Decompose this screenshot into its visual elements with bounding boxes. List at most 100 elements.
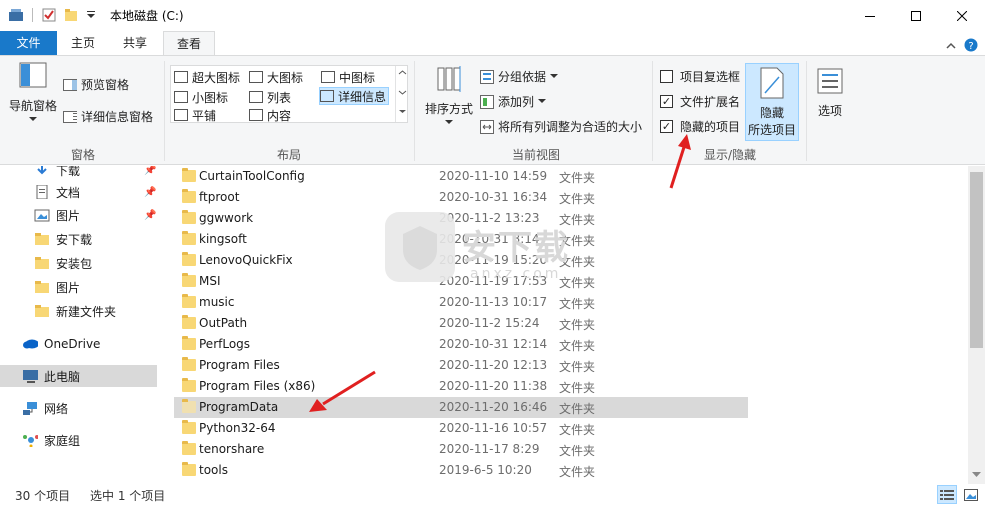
- folder-icon: [182, 168, 196, 182]
- homegroup-icon: [23, 435, 38, 447]
- scroll-down-arrow-icon[interactable]: [972, 472, 981, 478]
- watermark-shield-logo: [385, 212, 455, 282]
- table-row[interactable]: PerfLogs 2020-10-31 12:14 文件夹: [174, 334, 748, 355]
- maximize-button[interactable]: [893, 0, 939, 31]
- table-row[interactable]: tools 2019-6-5 10:20 文件夹: [174, 460, 748, 481]
- computer-icon: [23, 370, 38, 383]
- documents-icon: [36, 185, 48, 199]
- folder-icon: [182, 294, 196, 308]
- nav-item-pictures[interactable]: 图片 📌: [0, 204, 157, 226]
- item-checkboxes-checkbox[interactable]: [660, 70, 673, 83]
- thumbnail-view-icon: [964, 488, 978, 501]
- table-row[interactable]: tenorshare 2020-11-17 8:29 文件夹: [174, 439, 748, 460]
- minimize-button[interactable]: [847, 0, 893, 31]
- table-row[interactable]: music 2020-11-13 10:17 文件夹: [174, 292, 748, 313]
- hide-selected-items-button[interactable]: 隐藏 所选项目: [745, 63, 799, 141]
- table-row[interactable]: Program Files (x86) 2020-11-20 11:38 文件夹: [174, 376, 748, 397]
- nav-item-pictures-folder[interactable]: 图片: [0, 276, 157, 298]
- nav-item-installers[interactable]: 安装包: [0, 252, 157, 274]
- layout-gallery-scroll[interactable]: [395, 66, 408, 122]
- item-checkboxes-toggle[interactable]: 项目复选框: [660, 68, 740, 85]
- group-separator: [414, 61, 415, 161]
- layout-details[interactable]: 详细信息: [319, 87, 390, 105]
- fit-columns-icon: [480, 119, 494, 134]
- hide-selected-line2: 所选项目: [747, 123, 796, 137]
- sort-by-chevron-down-icon: [445, 120, 453, 124]
- sort-by-button[interactable]: 排序方式: [422, 64, 476, 125]
- table-row[interactable]: ggwwork 2020-11-2 13:23 文件夹: [174, 208, 748, 229]
- folder-icon: [182, 273, 196, 287]
- nav-item-network[interactable]: 网络: [0, 397, 157, 419]
- system-menu-icon[interactable]: [8, 6, 24, 24]
- hide-selected-line1: 隐藏: [759, 106, 784, 120]
- table-row[interactable]: LenovoQuickFix 2020-11-19 15:20 文件夹: [174, 250, 748, 271]
- scrollbar-thumb[interactable]: [970, 172, 983, 348]
- nav-item-anxiazai[interactable]: 安下载: [0, 228, 157, 250]
- layout-tiles[interactable]: 平铺: [174, 106, 216, 124]
- layout-large-icons[interactable]: 大图标: [249, 68, 303, 86]
- nav-pane-button[interactable]: 导航窗格: [8, 61, 58, 133]
- title-bar: 本地磁盘 (C:): [0, 0, 985, 31]
- folder-icon: [182, 462, 196, 476]
- layout-list[interactable]: 列表: [249, 88, 291, 106]
- nav-item-homegroup[interactable]: 家庭组: [0, 429, 157, 451]
- close-button[interactable]: [939, 0, 985, 31]
- tab-home[interactable]: 主页: [60, 31, 106, 55]
- layout-extra-large-icons[interactable]: 超大图标: [174, 68, 240, 86]
- layout-medium-icons[interactable]: 中图标: [321, 68, 375, 86]
- tab-view[interactable]: 查看: [163, 31, 215, 56]
- details-pane-label: 详细信息窗格: [81, 110, 154, 124]
- group-by-label: 分组依据: [498, 70, 547, 84]
- folder-icon: [35, 305, 49, 317]
- layout-content[interactable]: 内容: [249, 106, 291, 124]
- help-icon[interactable]: ?: [963, 36, 979, 54]
- new-folder-icon[interactable]: [62, 6, 80, 24]
- details-pane-icon: [63, 110, 77, 123]
- table-row-selected[interactable]: ProgramData 2020-11-20 16:46 文件夹: [174, 397, 748, 418]
- folder-icon: [182, 441, 196, 455]
- item-checkboxes-label: 项目复选框: [680, 70, 741, 84]
- options-label: 选项: [817, 104, 842, 118]
- navigation-pane: 下载 📌 文档 📌 图片 📌 安下载 安装包 图片 新建文件夹 OneDrive…: [0, 166, 160, 484]
- nav-item-this-pc[interactable]: 此电脑: [0, 365, 157, 387]
- details-pane-button[interactable]: 详细信息窗格: [63, 108, 153, 125]
- file-extensions-toggle[interactable]: ✓ 文件扩展名: [660, 93, 740, 110]
- table-row[interactable]: CurtainToolConfig 2020-11-10 14:59 文件夹: [174, 166, 748, 187]
- table-row[interactable]: OutPath 2020-11-2 15:24 文件夹: [174, 313, 748, 334]
- table-row[interactable]: Program Files 2020-11-20 12:13 文件夹: [174, 355, 748, 376]
- add-column-button[interactable]: 添加列: [480, 93, 547, 110]
- properties-icon[interactable]: [40, 6, 58, 24]
- tab-share[interactable]: 共享: [112, 31, 158, 55]
- sort-by-label: 排序方式: [424, 102, 473, 116]
- group-by-button[interactable]: 分组依据: [480, 68, 559, 85]
- group-by-chevron-down-icon: [550, 74, 559, 78]
- folder-icon: [35, 233, 49, 245]
- folder-icon: [182, 315, 196, 329]
- table-row[interactable]: MSI 2020-11-19 17:53 文件夹: [174, 271, 748, 292]
- group-separator: [652, 61, 653, 161]
- medium-icons-icon: [321, 71, 335, 83]
- table-row[interactable]: ftproot 2020-10-31 16:34 文件夹: [174, 187, 748, 208]
- cloud-icon: [23, 339, 38, 349]
- folder-icon: [182, 252, 196, 266]
- details-view-toggle[interactable]: [937, 485, 957, 504]
- table-row[interactable]: kingsoft 2020-10-31 8:14 文件夹: [174, 229, 748, 250]
- nav-item-onedrive[interactable]: OneDrive: [0, 333, 157, 355]
- nav-item-documents[interactable]: 文档 📌: [0, 181, 157, 203]
- minimize-ribbon-chevron-up-icon[interactable]: [944, 37, 958, 55]
- preview-pane-button[interactable]: 预览窗格: [63, 76, 129, 93]
- tab-file[interactable]: 文件: [0, 31, 57, 55]
- vertical-scrollbar[interactable]: [968, 166, 985, 484]
- table-row[interactable]: Python32-64 2020-11-16 10:57 文件夹: [174, 418, 748, 439]
- layout-small-icons[interactable]: 小图标: [174, 88, 228, 106]
- folder-icon: [182, 420, 196, 434]
- customize-toolbar-chevron-down-icon[interactable]: [84, 6, 98, 24]
- large-icons-view-toggle[interactable]: [961, 485, 981, 504]
- watermark-subtext: anxz.com: [470, 266, 562, 282]
- file-extensions-checkbox[interactable]: ✓: [660, 95, 673, 108]
- nav-item-new-folder[interactable]: 新建文件夹: [0, 300, 157, 322]
- fit-columns-button[interactable]: 将所有列调整为合适的大小: [480, 118, 642, 135]
- options-button[interactable]: 选项: [812, 68, 848, 119]
- layout-gallery: 超大图标 大图标 中图标 小图标 列表 详细信息 平铺 内容: [170, 65, 408, 123]
- nav-item-downloads[interactable]: 下载 📌: [0, 166, 157, 181]
